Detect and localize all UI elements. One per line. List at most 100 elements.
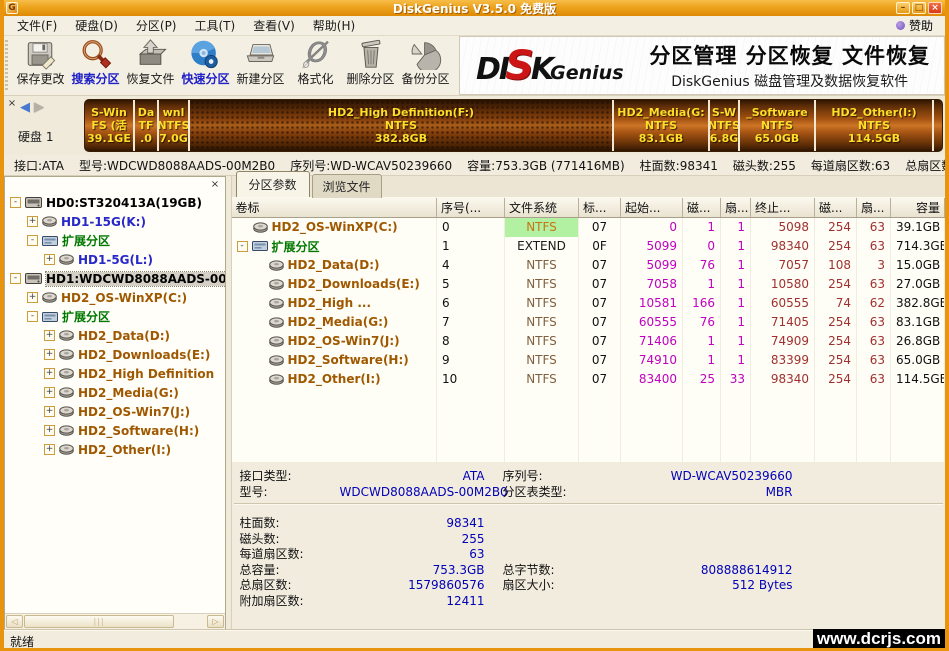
tree-item-10[interactable]: +HD2_Media(G:) — [5, 383, 225, 402]
toolbar-button-backup-partition[interactable]: 备份分区 — [398, 36, 453, 95]
partition-segment-3[interactable]: HD2_High Definition(F:)NTFS382.8GB — [188, 100, 612, 151]
table-row[interactable]: -扩展分区1EXTEND0F5099019834025463714.3GB — [232, 237, 945, 256]
minimize-button[interactable]: – — [896, 2, 910, 14]
tree-expander-icon[interactable]: - — [10, 197, 21, 208]
tree-expander-icon[interactable]: - — [27, 311, 38, 322]
toolbar-button-new-partition[interactable]: 新建分区 — [233, 36, 288, 95]
tree-item-11[interactable]: +HD2_OS-Win7(J:) — [5, 402, 225, 421]
panel-close-icon[interactable]: × — [6, 98, 18, 110]
tab-partition-params[interactable]: 分区参数 — [236, 171, 310, 197]
next-disk-arrow[interactable]: ▶ — [34, 100, 48, 115]
disk-info-item-4: 柱面数:98341 — [640, 157, 718, 174]
tree-expander-icon[interactable]: + — [27, 216, 38, 227]
toolbar-button-search[interactable]: 搜索分区 — [68, 36, 123, 95]
toolbar-button-quick-partition[interactable]: 快速分区 — [178, 36, 233, 95]
tree-item-8[interactable]: +HD2_Downloads(E:) — [5, 345, 225, 364]
partition-segment-0[interactable]: S-WinFS (活39.1GE — [85, 100, 133, 151]
table-row[interactable]: HD2_High ...6NTFS07105811661605557462382… — [232, 294, 945, 313]
tree-item-1[interactable]: +HD1-15G(K:) — [5, 212, 225, 231]
menu-item-4[interactable]: 查看(V) — [244, 15, 304, 36]
detail-label: 序列号: — [503, 468, 613, 484]
table-row[interactable]: HD2_OS-Win7(J:)8NTFS07714061174909254632… — [232, 332, 945, 351]
toolbar-button-format[interactable]: Øø格式化 — [288, 36, 343, 95]
partition-segment-6[interactable]: _SoftwareNTFS65.0GB — [738, 100, 814, 151]
toolbar-button-save[interactable]: 保存更改 — [13, 36, 68, 95]
prev-disk-arrow[interactable]: ◀ — [20, 100, 34, 115]
menu-item-1[interactable]: 硬盘(D) — [66, 15, 127, 36]
empty-cell — [891, 389, 945, 408]
disk-info-label: 容量: — [467, 159, 495, 173]
menu-item-0[interactable]: 文件(F) — [8, 15, 66, 36]
toolbar-grip[interactable] — [5, 40, 12, 91]
tree-expander-icon[interactable]: + — [44, 444, 55, 455]
column-header-1[interactable]: 序号(... — [437, 198, 505, 218]
tree-item-0[interactable]: -HD0:ST320413A(19GB) — [5, 193, 225, 212]
table-row[interactable]: HD2_Data(D:)4NTFS0750997617057108315.0GB — [232, 256, 945, 275]
row-expander-icon[interactable]: - — [237, 241, 248, 252]
partition-name: HD2_Software(H:) — [237, 353, 432, 367]
tree-expander-icon[interactable]: - — [27, 235, 38, 246]
menu-item-2[interactable]: 分区(P) — [127, 15, 186, 36]
tree-item-12[interactable]: +HD2_Software(H:) — [5, 421, 225, 440]
column-header-0[interactable]: 卷标 — [232, 198, 437, 218]
tree-expander-icon[interactable]: + — [44, 425, 55, 436]
table-row[interactable]: HD2_Downloads(E:)5NTFS077058111058025463… — [232, 275, 945, 294]
table-row[interactable]: HD2_Software(H:)9NTFS0774910118339925463… — [232, 351, 945, 370]
cell-end-cylinder: 7057 — [751, 256, 815, 275]
tree-item-9[interactable]: +HD2_High Definition — [5, 364, 225, 383]
tree-expander-icon[interactable]: + — [44, 349, 55, 360]
partition-segment-7[interactable]: HD2_Other(I:)NTFS114.5GB — [814, 100, 932, 151]
toolbar-button-recover-files[interactable]: 恢复文件 — [123, 36, 178, 95]
column-header-5[interactable]: 磁... — [683, 198, 721, 218]
partition-segment-5[interactable]: S-WNTFS6.8G — [708, 100, 738, 151]
table-row[interactable]: HD2_Media(G:)7NTFS0760555761714052546383… — [232, 313, 945, 332]
partition-segment-8[interactable] — [932, 100, 942, 151]
tree-expander-icon[interactable]: + — [44, 368, 55, 379]
detail-value: 12411 — [340, 594, 485, 610]
tree-expander-icon[interactable]: + — [44, 330, 55, 341]
tree-item-3[interactable]: +HD1-5G(L:) — [5, 250, 225, 269]
column-header-6[interactable]: 扇... — [721, 198, 751, 218]
tree-expander-icon[interactable]: - — [10, 273, 21, 284]
sponsor-link[interactable]: 赞助 — [909, 17, 933, 34]
scroll-left-button[interactable]: ◁ — [6, 615, 23, 628]
scroll-thumb[interactable]: ||| — [24, 615, 174, 628]
tree-item-6[interactable]: -扩展分区 — [5, 307, 225, 326]
column-header-9[interactable]: 扇... — [857, 198, 891, 218]
toolbar: 保存更改搜索分区恢复文件快速分区新建分区Øø格式化删除分区备份分区 DISKGe… — [4, 36, 945, 96]
tree-expander-icon[interactable]: + — [44, 387, 55, 398]
tree-expander-icon[interactable]: + — [44, 254, 55, 265]
partition-segment-4[interactable]: HD2_Media(G:NTFS83.1GB — [612, 100, 708, 151]
tab-browse-files[interactable]: 浏览文件 — [312, 174, 382, 198]
menu-item-3[interactable]: 工具(T) — [186, 15, 245, 36]
tree-expander-icon[interactable]: + — [27, 292, 38, 303]
cell-start-head: 1 — [683, 218, 721, 237]
column-header-4[interactable]: 起始... — [621, 198, 683, 218]
tree-close-icon[interactable]: × — [209, 179, 221, 191]
partition-segment-2[interactable]: wnlNTFS7.0G — [157, 100, 188, 151]
partition-icon — [269, 355, 284, 366]
tree-item-5[interactable]: +HD2_OS-WinXP(C:) — [5, 288, 225, 307]
table-row[interactable]: HD2_OS-WinXP(C:)0NTFS0701150982546339.1G… — [232, 218, 945, 237]
partition-segment-1[interactable]: DaTF.0 — [133, 100, 157, 151]
segment-label: 382.8GB — [375, 132, 427, 145]
cell-capacity: 39.1GB — [891, 218, 945, 237]
close-button[interactable]: × — [928, 2, 942, 14]
tree-item-4[interactable]: -HD1:WDCWD8088AADS-00M2B0 ( — [5, 269, 225, 288]
tree-item-2[interactable]: -扩展分区 — [5, 231, 225, 250]
partition-name-label: HD2_OS-Win7(J:) — [288, 334, 400, 348]
column-header-8[interactable]: 磁... — [815, 198, 857, 218]
table-row[interactable]: HD2_Other(I:)10NTFS078340025339834025463… — [232, 370, 945, 389]
tree-item-7[interactable]: +HD2_Data(D:) — [5, 326, 225, 345]
tree-item-13[interactable]: +HD2_Other(I:) — [5, 440, 225, 459]
column-header-10[interactable]: 容量 — [891, 198, 945, 218]
column-header-2[interactable]: 文件系统 — [505, 198, 579, 218]
menu-item-5[interactable]: 帮助(H) — [304, 15, 364, 36]
maximize-button[interactable]: □ — [912, 2, 926, 14]
watermark-link[interactable]: www.dcrjs.com — [813, 629, 945, 650]
toolbar-button-delete-partition[interactable]: 删除分区 — [343, 36, 398, 95]
tree-expander-icon[interactable]: + — [44, 406, 55, 417]
column-header-3[interactable]: 标... — [579, 198, 621, 218]
column-header-7[interactable]: 终止... — [751, 198, 815, 218]
scroll-right-button[interactable]: ▷ — [207, 615, 224, 628]
